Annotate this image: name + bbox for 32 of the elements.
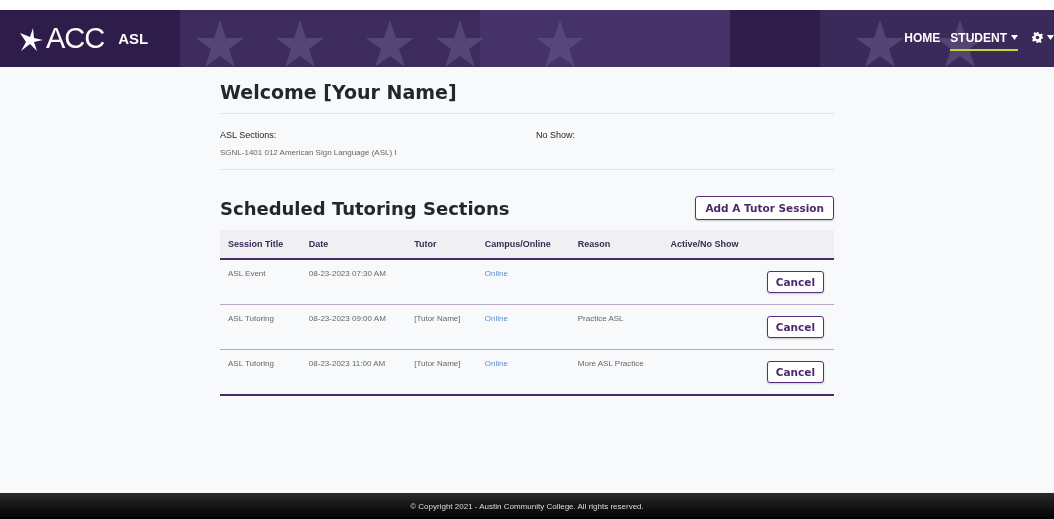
table-cell: 08-23-2023 11:00 AM (308, 359, 386, 368)
section-title: Scheduled Tutoring Sections (220, 197, 510, 219)
field-label: No Show: (536, 130, 577, 140)
column-header: Campus/Online (476, 230, 570, 259)
table-cell: [Tutor Name] (414, 359, 461, 368)
table-cell: ASL Event (228, 269, 266, 278)
add-session-button[interactable]: Add A Tutor Session (695, 196, 834, 220)
column-header: Active/No Show (662, 230, 758, 259)
column-header: Date (300, 230, 407, 259)
app-name: ASL (118, 30, 149, 47)
column-header: Session Title (220, 230, 301, 259)
table-cell: [Tutor Name] (414, 314, 461, 323)
welcome-title: Welcome [Your Name] (220, 81, 458, 105)
table-cell: Practice ASL (577, 314, 624, 323)
settings-icon (1032, 32, 1043, 43)
nav-link[interactable]: HOME (904, 26, 941, 51)
table-cell: More ASL Practice (577, 359, 644, 368)
column-header: Tutor (406, 230, 477, 259)
copyright-text: © Copyright 2021 - Austin Community College. All rights reserved. (410, 501, 644, 511)
table-cell: ASL Tutoring (228, 314, 274, 323)
column-header: Reason (569, 230, 663, 259)
logo-text: ACC (46, 22, 105, 55)
table-cell: 08-23-2023 09:00 AM (308, 314, 386, 323)
table-cell: ASL Tutoring (228, 359, 274, 368)
field-label: ASL Sections: (220, 130, 278, 140)
nav-link[interactable]: STUDENT (950, 26, 1018, 51)
table-cell: 08-23-2023 07:30 AM (308, 269, 386, 278)
field-value: SGNL-1401 012 American Sign Language (ASL) I (220, 148, 398, 157)
star-logo-icon (18, 26, 44, 51)
cancel-button[interactable]: Cancel (766, 316, 824, 338)
cancel-button[interactable]: Cancel (766, 271, 824, 293)
cancel-button[interactable]: Cancel (766, 361, 824, 383)
